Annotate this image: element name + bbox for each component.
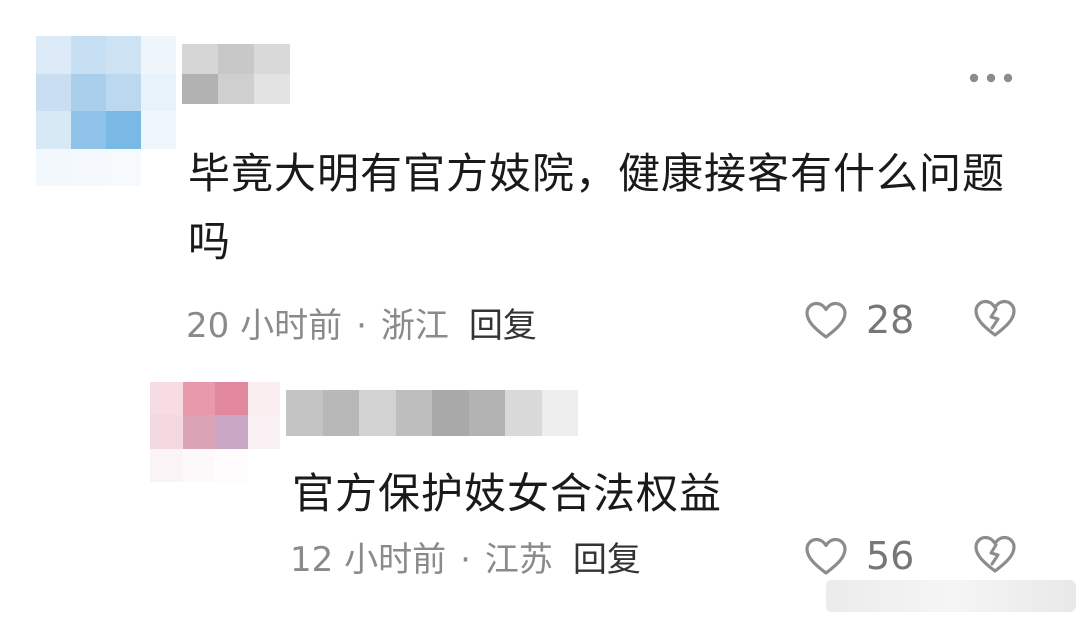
- mosaic-cell: [150, 382, 183, 416]
- mosaic-cell: [247, 448, 280, 482]
- meta-separator: ·: [356, 306, 367, 346]
- mosaic-cell: [322, 390, 359, 436]
- reply-button[interactable]: 回复: [469, 306, 537, 346]
- username-blurred[interactable]: [182, 44, 290, 104]
- mosaic-cell: [215, 415, 248, 449]
- mosaic-cell: [182, 382, 215, 416]
- broken-heart-icon: [974, 299, 1016, 337]
- mosaic-cell: [254, 74, 290, 104]
- mosaic-cell: [36, 36, 71, 74]
- mosaic-cell: [215, 448, 248, 482]
- mosaic-cell: [218, 74, 254, 104]
- comment-time: 12 小时前: [290, 540, 447, 580]
- mosaic-cell: [36, 148, 71, 186]
- mosaic-cell: [141, 148, 176, 186]
- mosaic-cell: [71, 111, 106, 149]
- mosaic-cell: [395, 390, 432, 436]
- mosaic-cell: [468, 390, 505, 436]
- like-button[interactable]: 28: [804, 298, 914, 342]
- mosaic-cell: [141, 36, 176, 74]
- meta-separator: ·: [460, 540, 471, 580]
- mosaic-cell: [286, 390, 323, 436]
- reply-button[interactable]: 回复: [573, 540, 641, 580]
- watermark-blurred: [826, 580, 1076, 612]
- mosaic-cell: [71, 36, 106, 74]
- mosaic-cell: [36, 73, 71, 111]
- avatar[interactable]: [150, 382, 280, 482]
- more-options-icon[interactable]: [966, 66, 1016, 90]
- mosaic-cell: [247, 382, 280, 416]
- mosaic-cell: [150, 415, 183, 449]
- mosaic-cell: [150, 448, 183, 482]
- comment-location: 浙江: [380, 306, 449, 346]
- mosaic-cell: [215, 382, 248, 416]
- mosaic-cell: [106, 148, 141, 186]
- mosaic-cell: [541, 390, 578, 436]
- avatar[interactable]: [36, 36, 176, 186]
- mosaic-cell: [182, 44, 218, 74]
- mosaic-cell: [36, 111, 71, 149]
- mosaic-cell: [106, 73, 141, 111]
- comment-text: 官方保护妓女合法权益: [292, 469, 723, 518]
- comment-time: 20 小时前: [186, 306, 343, 346]
- mosaic-cell: [141, 111, 176, 149]
- mosaic-cell: [505, 390, 542, 436]
- like-button[interactable]: 56: [804, 534, 914, 578]
- mosaic-cell: [106, 111, 141, 149]
- mosaic-cell: [218, 44, 254, 74]
- mosaic-cell: [71, 148, 106, 186]
- mosaic-cell: [182, 415, 215, 449]
- broken-heart-icon: [974, 535, 1016, 573]
- mosaic-cell: [182, 74, 218, 104]
- username-blurred[interactable]: [286, 390, 578, 436]
- mosaic-cell: [359, 390, 396, 436]
- mosaic-cell: [71, 73, 106, 111]
- dislike-button[interactable]: [974, 298, 1016, 338]
- comment-text: 毕竟大明有官方妓院，健康接客有什么问题吗: [188, 149, 1006, 266]
- mosaic-cell: [247, 415, 280, 449]
- mosaic-cell: [432, 390, 469, 436]
- heart-outline-icon: [805, 301, 847, 339]
- mosaic-cell: [254, 44, 290, 74]
- dislike-button[interactable]: [974, 534, 1016, 574]
- mosaic-cell: [182, 448, 215, 482]
- mosaic-cell: [141, 73, 176, 111]
- comment-location: 江苏: [484, 540, 553, 580]
- like-count: 28: [866, 298, 915, 342]
- heart-outline-icon: [805, 537, 847, 575]
- like-count: 56: [866, 534, 915, 578]
- comment-meta: 12 小时前 · 江苏 回复: [290, 532, 641, 581]
- comment-meta: 20 小时前 · 浙江 回复: [186, 298, 537, 347]
- mosaic-cell: [106, 36, 141, 74]
